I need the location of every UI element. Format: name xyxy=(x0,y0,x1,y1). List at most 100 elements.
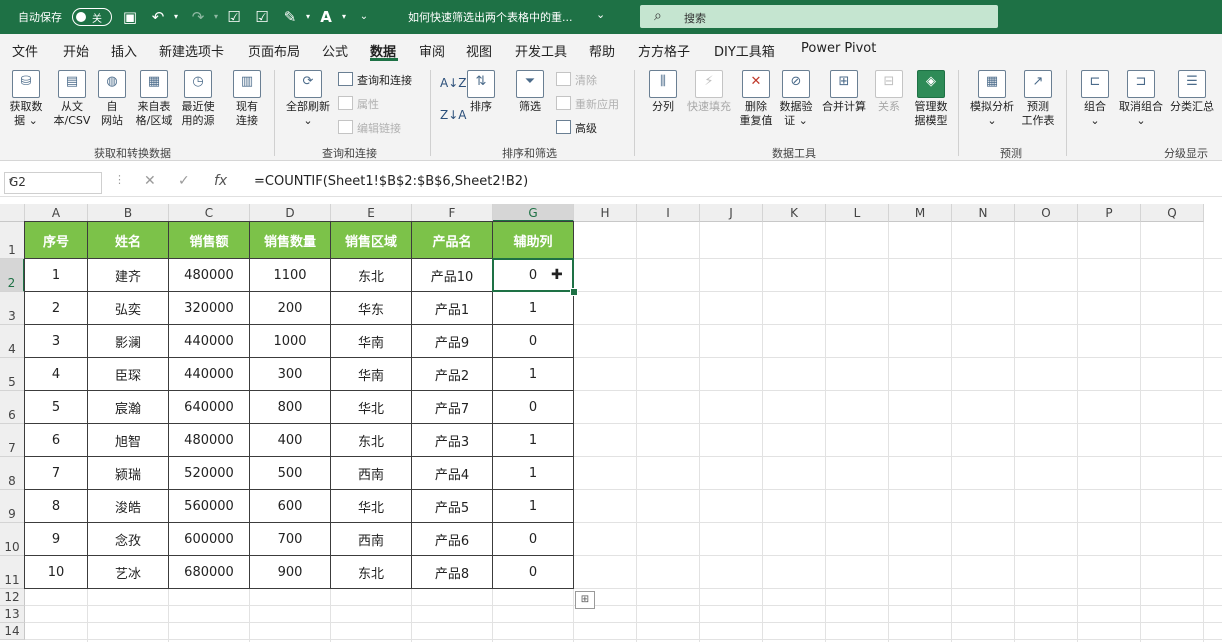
table-cell[interactable]: 产品4 xyxy=(412,457,493,490)
row-header-12[interactable]: 12 xyxy=(0,589,25,606)
table-cell[interactable]: 建齐 xyxy=(88,259,169,292)
checkbox-icon-2[interactable]: ☑ xyxy=(252,7,272,27)
sort-az-button[interactable]: A↓Z xyxy=(440,76,466,90)
tab-file[interactable]: 文件 xyxy=(12,41,38,60)
checkbox-icon[interactable]: ☑ xyxy=(224,7,244,27)
table-cell[interactable]: 1 xyxy=(493,358,574,391)
column-header-q[interactable]: Q xyxy=(1141,204,1204,222)
column-header-o[interactable]: O xyxy=(1015,204,1078,222)
queries-connections-button[interactable]: 查询和连接 xyxy=(338,72,412,88)
column-header-m[interactable]: M xyxy=(889,204,952,222)
table-cell[interactable]: 440000 xyxy=(169,358,250,391)
column-header-g[interactable]: G xyxy=(493,204,574,222)
column-header-l[interactable]: L xyxy=(826,204,889,222)
select-all-corner[interactable] xyxy=(0,204,25,222)
table-cell[interactable]: 宸瀚 xyxy=(88,391,169,424)
row-header-8[interactable]: 8 xyxy=(0,457,25,490)
column-header-d[interactable]: D xyxy=(250,204,331,222)
highlight-color-icon[interactable]: ✎ xyxy=(280,7,300,27)
text-to-columns-button[interactable]: ⫼ 分列 xyxy=(646,70,680,114)
column-header-n[interactable]: N xyxy=(952,204,1015,222)
table-cell[interactable]: 700 xyxy=(250,523,331,556)
properties-button[interactable]: 属性 xyxy=(338,96,379,112)
table-cell[interactable]: 680000 xyxy=(169,556,250,589)
forecast-sheet-button[interactable]: ↗ 预测 工作表 xyxy=(1018,70,1058,128)
sort-button[interactable]: ⇅ 排序 xyxy=(466,70,496,114)
column-header-b[interactable]: B xyxy=(88,204,169,222)
consolidate-button[interactable]: ⊞ 合并计算 xyxy=(818,70,870,114)
tab-page-layout[interactable]: 页面布局 xyxy=(248,41,300,60)
relationships-button[interactable]: ⊟ 关系 xyxy=(874,70,904,114)
column-header-p[interactable]: P xyxy=(1078,204,1141,222)
tab-developer[interactable]: 开发工具 xyxy=(515,41,567,60)
table-cell[interactable]: 产品10 xyxy=(412,259,493,292)
table-cell[interactable]: 300 xyxy=(250,358,331,391)
table-cell[interactable]: 浚皓 xyxy=(88,490,169,523)
table-cell[interactable]: 西南 xyxy=(331,523,412,556)
table-cell[interactable]: 1 xyxy=(493,292,574,325)
table-cell[interactable]: 0 xyxy=(493,325,574,358)
highlight-dropdown-icon[interactable]: ▾ xyxy=(298,7,318,27)
column-header-e[interactable]: E xyxy=(331,204,412,222)
table-cell[interactable]: 东北 xyxy=(331,556,412,589)
insert-function-icon[interactable]: fx xyxy=(214,173,227,189)
tab-power-pivot[interactable]: Power Pivot xyxy=(801,41,876,56)
table-cell[interactable]: 华南 xyxy=(331,325,412,358)
group-button[interactable]: ⊏ 组合 ⌄ xyxy=(1080,70,1110,128)
tab-insert[interactable]: 插入 xyxy=(111,41,137,60)
clear-button[interactable]: 清除 xyxy=(556,72,597,88)
flash-fill-button[interactable]: ⚡ 快速填充 xyxy=(684,70,734,114)
data-validation-button[interactable]: ⊘ 数据验 证 ⌄ xyxy=(776,70,816,128)
redo-icon[interactable]: ↷ xyxy=(188,7,208,27)
table-cell[interactable]: 产品8 xyxy=(412,556,493,589)
table-header-cell[interactable]: 销售数量 xyxy=(250,222,331,259)
table-cell[interactable]: 念孜 xyxy=(88,523,169,556)
table-cell[interactable]: 800 xyxy=(250,391,331,424)
table-cell[interactable]: 5 xyxy=(25,391,88,424)
edit-links-button[interactable]: 编辑链接 xyxy=(338,120,401,136)
column-header-f[interactable]: F xyxy=(412,204,493,222)
autosave-toggle[interactable]: 关 xyxy=(72,8,112,26)
column-header-c[interactable]: C xyxy=(169,204,250,222)
table-cell[interactable]: 200 xyxy=(250,292,331,325)
table-header-cell[interactable]: 序号 xyxy=(25,222,88,259)
table-cell[interactable]: 旭智 xyxy=(88,424,169,457)
table-cell[interactable]: 产品1 xyxy=(412,292,493,325)
row-header-6[interactable]: 6 xyxy=(0,391,25,424)
fill-handle[interactable] xyxy=(570,288,578,296)
table-cell[interactable]: 产品9 xyxy=(412,325,493,358)
tab-fangfang[interactable]: 方方格子 xyxy=(638,41,690,60)
refresh-all-button[interactable]: ⟳ 全部刷新 ⌄ xyxy=(282,70,334,128)
table-cell[interactable]: 640000 xyxy=(169,391,250,424)
row-header-10[interactable]: 10 xyxy=(0,523,25,556)
search-box[interactable]: ⌕ 搜索 xyxy=(640,5,998,28)
table-cell[interactable]: 产品2 xyxy=(412,358,493,391)
row-header-4[interactable]: 4 xyxy=(0,325,25,358)
sort-za-button[interactable]: Z↓A xyxy=(440,108,466,122)
table-cell[interactable]: 华南 xyxy=(331,358,412,391)
table-cell[interactable]: 东北 xyxy=(331,424,412,457)
subtotal-button[interactable]: ☰ 分类汇总 xyxy=(1166,70,1218,114)
table-header-cell[interactable]: 销售额 xyxy=(169,222,250,259)
table-cell[interactable]: 臣琛 xyxy=(88,358,169,391)
table-cell[interactable]: 480000 xyxy=(169,259,250,292)
table-cell[interactable]: 1 xyxy=(493,457,574,490)
table-header-cell[interactable]: 产品名 xyxy=(412,222,493,259)
table-cell[interactable]: 颍瑞 xyxy=(88,457,169,490)
quick-analysis-icon[interactable]: ⊞ xyxy=(575,591,595,609)
filter-button[interactable]: ⏷ 筛选 xyxy=(514,70,546,114)
row-header-2[interactable]: 2 xyxy=(0,259,25,292)
table-header-cell[interactable]: 姓名 xyxy=(88,222,169,259)
chevron-down-icon[interactable]: ⌄ xyxy=(596,8,605,21)
font-color-icon[interactable]: A xyxy=(316,7,336,27)
row-header-7[interactable]: 7 xyxy=(0,424,25,457)
table-cell[interactable]: 900 xyxy=(250,556,331,589)
table-cell[interactable]: 7 xyxy=(25,457,88,490)
reapply-button[interactable]: 重新应用 xyxy=(556,96,619,112)
row-header-1[interactable]: 1 xyxy=(0,222,25,259)
ungroup-button[interactable]: ⊐ 取消组合 ⌄ xyxy=(1116,70,1166,128)
row-header-5[interactable]: 5 xyxy=(0,358,25,391)
column-header-h[interactable]: H xyxy=(574,204,637,222)
table-cell[interactable]: 440000 xyxy=(169,325,250,358)
table-cell[interactable]: 2 xyxy=(25,292,88,325)
